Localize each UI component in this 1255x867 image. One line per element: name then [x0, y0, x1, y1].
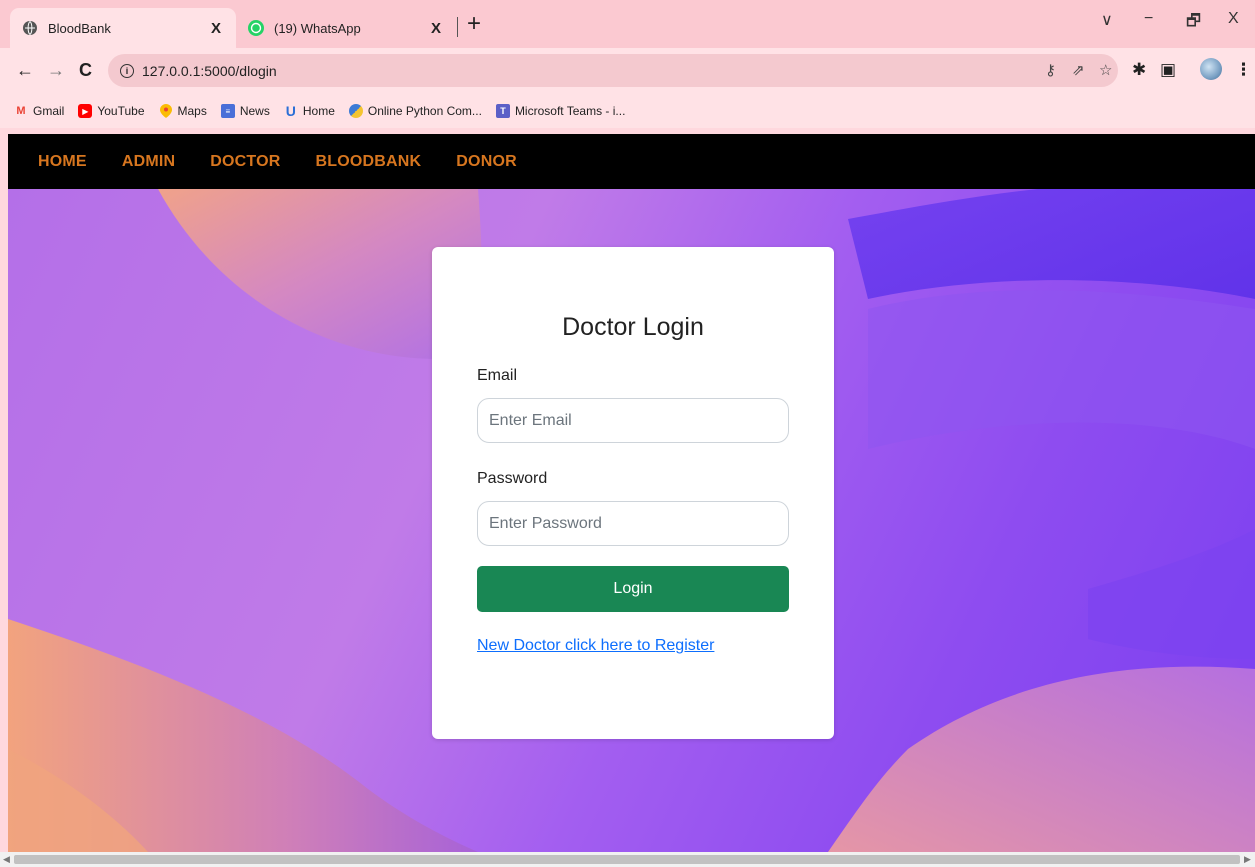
teams-icon: T — [495, 104, 510, 118]
bookmark-maps[interactable]: Maps — [159, 104, 207, 118]
browser-toolbar: ← → C i 127.0.0.1:5000/dlogin ⚷ ⇗ ☆ ✱ ▣ … — [0, 48, 1255, 94]
scroll-left-icon[interactable]: ◀ — [3, 854, 10, 865]
minimize-icon[interactable]: − — [1144, 10, 1153, 28]
maps-icon — [159, 104, 173, 118]
web-page: HOME ADMIN DOCTOR BLOODBANK DONOR Doctor… — [8, 134, 1255, 852]
back-arrow-icon[interactable]: ← — [16, 60, 34, 80]
hero-background: Doctor Login Email Password Login New Do… — [8, 189, 1255, 852]
nav-home[interactable]: HOME — [38, 153, 87, 171]
bookmark-python[interactable]: Online Python Com... — [348, 104, 482, 118]
password-key-icon[interactable]: ⚷ — [1045, 61, 1056, 79]
bookmark-star-icon[interactable]: ☆ — [1099, 61, 1112, 79]
gmail-icon: M — [16, 105, 26, 117]
password-label: Password — [477, 470, 548, 487]
news-icon: ≡ — [220, 104, 235, 118]
window-close-icon[interactable]: X — [1228, 10, 1239, 28]
tab-strip: BloodBank X (19) WhatsApp X + ∨ − 🗗 X — [0, 0, 1255, 48]
scroll-right-icon[interactable]: ▶ — [1244, 854, 1251, 865]
site-info-icon[interactable]: i — [120, 63, 134, 78]
address-bar[interactable]: i 127.0.0.1:5000/dlogin — [108, 54, 1118, 87]
tab-bloodbank[interactable]: BloodBank X — [10, 8, 236, 48]
nav-donor[interactable]: DONOR — [456, 153, 517, 171]
home-bookmark-icon: U — [285, 103, 296, 119]
login-card: Doctor Login Email Password Login New Do… — [432, 247, 834, 739]
new-tab-button[interactable]: + — [467, 12, 481, 36]
nav-doctor[interactable]: DOCTOR — [210, 153, 280, 171]
globe-icon — [22, 20, 38, 36]
bookmark-home[interactable]: U Home — [284, 103, 335, 119]
extensions-puzzle-icon[interactable]: ✱ — [1132, 60, 1146, 80]
email-field[interactable] — [477, 398, 789, 443]
tab-divider — [457, 17, 458, 37]
tab-search-chevron-icon[interactable]: ∨ — [1101, 10, 1113, 30]
horizontal-scrollbar[interactable]: ◀ ▶ — [0, 852, 1255, 867]
tab-close-icon[interactable]: X — [208, 20, 224, 37]
youtube-icon: ▶ — [78, 104, 93, 118]
password-field[interactable] — [477, 501, 789, 546]
python-icon — [348, 104, 363, 118]
share-icon[interactable]: ⇗ — [1072, 61, 1085, 79]
menu-kebab-icon[interactable]: ⋮ — [1235, 60, 1252, 80]
bookmark-teams[interactable]: T Microsoft Teams - i... — [495, 104, 625, 118]
tab-whatsapp[interactable]: (19) WhatsApp X — [236, 8, 456, 48]
nav-admin[interactable]: ADMIN — [122, 153, 175, 171]
bookmarks-bar: M Gmail ▶ YouTube Maps ≡ News U Home Onl… — [0, 94, 1255, 128]
restore-icon[interactable]: 🗗 — [1186, 10, 1201, 37]
bookmark-gmail[interactable]: M Gmail — [14, 104, 64, 118]
whatsapp-icon — [248, 20, 264, 36]
email-label: Email — [477, 367, 518, 384]
profile-avatar[interactable] — [1200, 58, 1222, 80]
tab-title: BloodBank — [48, 20, 111, 36]
scrollbar-thumb[interactable] — [14, 855, 1240, 864]
bookmark-news[interactable]: ≡ News — [220, 104, 270, 118]
site-navbar: HOME ADMIN DOCTOR BLOODBANK DONOR — [8, 134, 1255, 189]
side-panel-icon[interactable]: ▣ — [1160, 60, 1176, 80]
bookmark-youtube[interactable]: ▶ YouTube — [78, 104, 145, 118]
forward-arrow-icon[interactable]: → — [47, 60, 65, 80]
tab-close-icon[interactable]: X — [428, 20, 444, 37]
tab-title: (19) WhatsApp — [274, 20, 361, 36]
nav-bloodbank[interactable]: BLOODBANK — [316, 153, 422, 171]
url-text: 127.0.0.1:5000/dlogin — [142, 62, 277, 79]
login-title: Doctor Login — [562, 313, 704, 341]
register-link[interactable]: New Doctor click here to Register — [477, 637, 714, 655]
reload-icon[interactable]: C — [79, 60, 92, 80]
login-button[interactable]: Login — [477, 566, 789, 612]
